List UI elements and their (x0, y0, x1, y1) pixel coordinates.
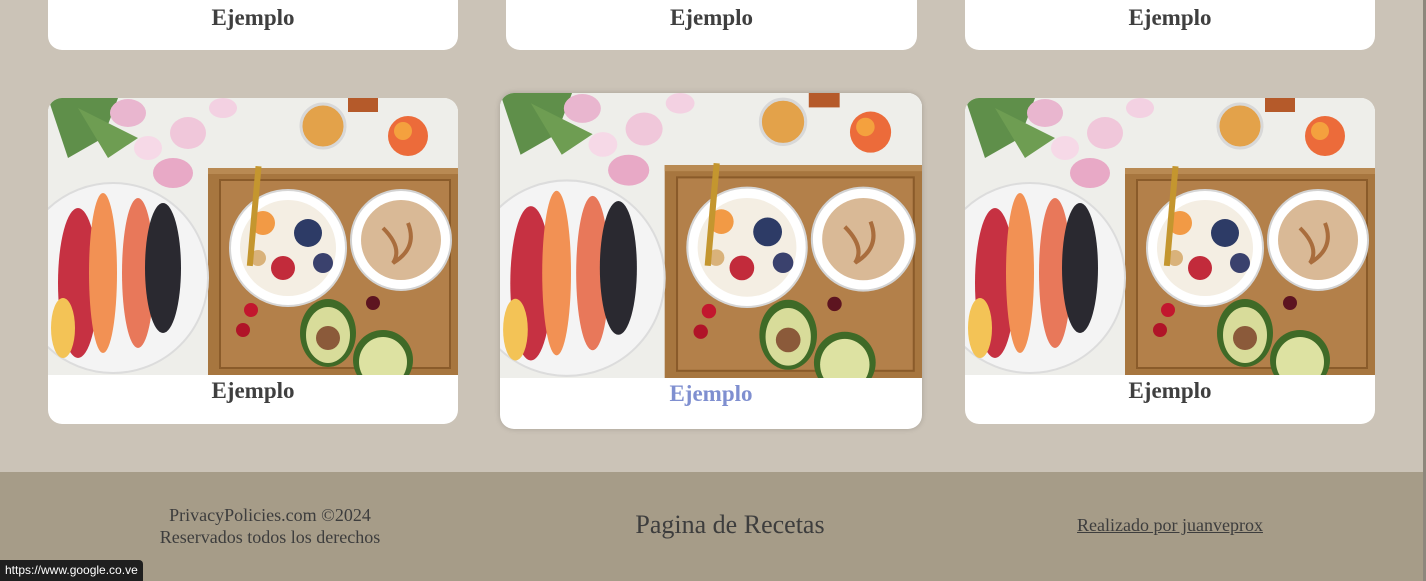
footer-site-name: Pagina de Recetas (635, 510, 825, 539)
recipe-card-title: Ejemplo (669, 381, 753, 406)
recipe-card[interactable]: Ejemplo (48, 98, 458, 424)
recipe-card-title: Ejemplo (211, 5, 295, 30)
breakfast-bowl-photo (965, 98, 1375, 375)
link-status-url: https://www.google.co.ve (0, 560, 143, 581)
recipe-card[interactable]: Ejemplo (965, 0, 1375, 50)
recipe-card-hovered[interactable]: Ejemplo (500, 93, 922, 429)
author-credit-link[interactable]: Realizado por juanveprox (1020, 515, 1320, 536)
recipe-card-title: Ejemplo (1128, 5, 1212, 30)
recipe-card[interactable]: Ejemplo (48, 0, 458, 50)
rights-text: Reservados todos los derechos (159, 527, 381, 547)
footer-copyright-block: PrivacyPolicies.com ©2024 Reservados tod… (120, 504, 420, 548)
copyright-text: PrivacyPolicies.com ©2024 (169, 505, 371, 525)
breakfast-bowl-photo (48, 98, 458, 375)
recipe-card-title: Ejemplo (211, 378, 295, 403)
recipe-card-title: Ejemplo (669, 5, 754, 30)
page-footer: PrivacyPolicies.com ©2024 Reservados tod… (0, 472, 1426, 581)
recipe-card-title: Ejemplo (1128, 378, 1212, 403)
breakfast-bowl-photo (500, 93, 922, 378)
recipe-card[interactable]: Ejemplo (965, 98, 1375, 424)
recipe-card[interactable]: Ejemplo (506, 0, 917, 50)
